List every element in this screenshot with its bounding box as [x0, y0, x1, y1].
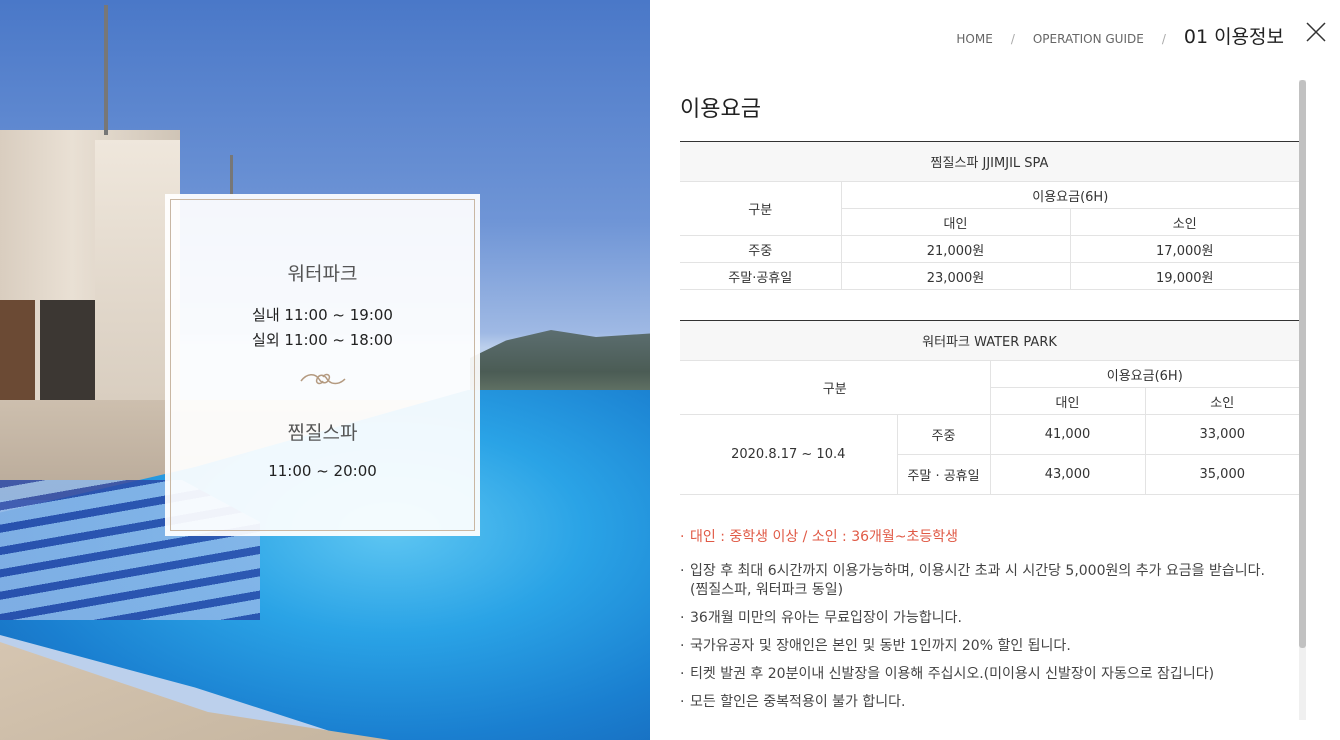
- antenna-pole: [104, 5, 108, 135]
- child-fee: 19,000원: [1069, 262, 1299, 290]
- hours-card: 워터파크 실내 11:00 ~ 19:00 실외 11:00 ~ 18:00 찜…: [165, 194, 480, 536]
- table-row: 주말·공휴일 23,000원 19,000원: [680, 262, 1299, 290]
- spa-hours: 11:00 ~ 20:00: [268, 462, 377, 480]
- period-cell: 2020.8.17 ~ 10.4: [680, 414, 897, 495]
- note-item: 36개월 미만의 유아는 무료입장이 가능합니다.: [680, 609, 1300, 628]
- col-adult: 대인: [989, 387, 1145, 415]
- adult-fee: 21,000원: [840, 235, 1070, 263]
- table-row: 주중 21,000원 17,000원: [680, 235, 1299, 263]
- note-item: 입장 후 최대 6시간까지 이용가능하며, 이용시간 초과 시 시간당 5,00…: [680, 562, 1300, 600]
- close-icon: [1306, 22, 1326, 42]
- flourish-ornament-icon: [171, 371, 474, 391]
- breadcrumb-separator: /: [1161, 32, 1166, 46]
- breadcrumb-current: 01 이용정보: [1183, 26, 1284, 48]
- waterpark-indoor-hours: 실내 11:00 ~ 19:00: [252, 306, 393, 324]
- table-caption-row: 워터파크 WATER PARK: [680, 320, 1299, 361]
- note-subtext: (찜질스파, 워터파크 동일): [690, 582, 844, 598]
- scrollbar-thumb[interactable]: [1299, 80, 1306, 648]
- col-category: 구분: [680, 181, 841, 236]
- note-item: 티켓 발권 후 20분이내 신발장을 이용해 주십시오.(미이용시 신발장이 자…: [680, 665, 1300, 684]
- col-fee: 이용요금(6H): [989, 360, 1299, 388]
- notes-list: 대인 : 중학생 이상 / 소인 : 36개월~초등학생 입장 후 최대 6시간…: [680, 528, 1300, 721]
- hours-card-frame: 워터파크 실내 11:00 ~ 19:00 실외 11:00 ~ 18:00 찜…: [170, 199, 475, 531]
- section-title: 이용요금: [680, 97, 761, 122]
- building-wood-panel: [0, 300, 35, 410]
- waterpark-table-caption: 워터파크 WATER PARK: [680, 320, 1299, 361]
- col-child: 소인: [1069, 208, 1299, 236]
- adult-fee: 43,000: [989, 454, 1145, 495]
- breadcrumb-home-link[interactable]: HOME: [956, 32, 992, 46]
- row-label: 주말 · 공휴일: [896, 454, 990, 495]
- antenna-pole: [230, 155, 233, 195]
- spa-table-caption: 찜질스파 JJIMJIL SPA: [680, 141, 1299, 182]
- col-child: 소인: [1144, 387, 1299, 415]
- spa-fee-table: 찜질스파 JJIMJIL SPA 구분 이용요금(6H) 대인 소인 주중 21…: [680, 141, 1299, 290]
- breadcrumb-guide-link[interactable]: OPERATION GUIDE: [1033, 32, 1144, 46]
- breadcrumb-separator: /: [1010, 32, 1015, 46]
- waterpark-title: 워터파크: [287, 263, 358, 285]
- note-item: 국가유공자 및 장애인은 본인 및 동반 1인까지 20% 할인 됩니다.: [680, 637, 1300, 656]
- child-fee: 35,000: [1144, 454, 1299, 495]
- row-label: 주말·공휴일: [680, 262, 841, 290]
- table-header-row: 구분 이용요금(6H): [680, 360, 1299, 415]
- table-row: 2020.8.17 ~ 10.4 주중 41,000 33,000: [680, 414, 1299, 495]
- row-label: 주중: [896, 414, 990, 455]
- col-fee: 이용요금(6H): [840, 181, 1299, 209]
- waterpark-outdoor-hours: 실외 11:00 ~ 18:00: [252, 331, 393, 349]
- child-fee: 33,000: [1144, 414, 1299, 455]
- hero-photo: 워터파크 실내 11:00 ~ 19:00 실외 11:00 ~ 18:00 찜…: [0, 0, 650, 740]
- adult-fee: 23,000원: [840, 262, 1070, 290]
- adult-fee: 41,000: [989, 414, 1145, 455]
- waterpark-fee-table: 워터파크 WATER PARK 구분 이용요금(6H) 대인 소인 2020.8…: [680, 320, 1299, 495]
- table-caption-row: 찜질스파 JJIMJIL SPA: [680, 141, 1299, 182]
- close-button[interactable]: [1304, 20, 1328, 44]
- note-item: 모든 할인은 중복적용이 불가 합니다.: [680, 693, 1300, 712]
- table-header-row: 구분 이용요금(6H): [680, 181, 1299, 236]
- row-label: 주중: [680, 235, 841, 263]
- spa-title: 찜질스파: [287, 422, 358, 444]
- building-window: [40, 300, 95, 405]
- note-text: 입장 후 최대 6시간까지 이용가능하며, 이용시간 초과 시 시간당 5,00…: [690, 563, 1265, 579]
- child-fee: 17,000원: [1069, 235, 1299, 263]
- col-category: 구분: [680, 360, 990, 415]
- mountain-silhouette: [470, 330, 650, 400]
- breadcrumb: HOME / OPERATION GUIDE / 01 이용정보: [956, 22, 1284, 49]
- col-adult: 대인: [840, 208, 1070, 236]
- age-note: 대인 : 중학생 이상 / 소인 : 36개월~초등학생: [680, 528, 1300, 547]
